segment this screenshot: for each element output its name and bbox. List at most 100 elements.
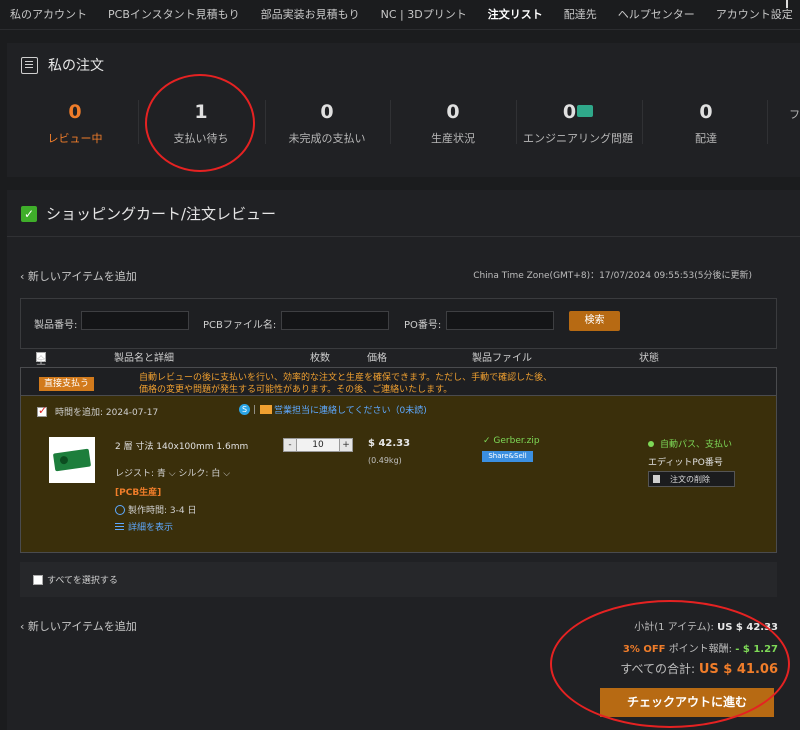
nav-my-account[interactable]: 私のアカウント — [10, 6, 87, 22]
cart-title-text: ショッピングカート/注文レビュー — [46, 205, 277, 223]
add-item-link-top[interactable]: ‹ 新しいアイテムを追加 — [20, 268, 137, 284]
po-number-input[interactable] — [446, 311, 554, 330]
stat-incomplete-payment[interactable]: 0 未完成の支払い — [267, 100, 387, 146]
discount-value: - $ 1.27 — [735, 644, 778, 655]
stat-review-label: レビュー中 — [47, 132, 103, 145]
view-details-link[interactable]: 詳細を表示 — [115, 520, 173, 533]
orders-title-text: 私の注文 — [48, 58, 104, 74]
stat-engineering[interactable]: 0 エンジニアリング問題 — [518, 100, 638, 146]
pcb-file-label: PCBファイル名: — [203, 320, 277, 331]
nav-order-list[interactable]: 注文リスト — [488, 6, 543, 22]
pcb-file-input[interactable] — [281, 311, 389, 330]
total-label: すべての合計: — [620, 662, 696, 676]
top-nav: 私のアカウント PCBインスタント見積もり 部品実装お見積もり NC | 3Dプ… — [0, 0, 800, 28]
contact-sales[interactable]: S | 営業担当に連絡してください（0未読) — [239, 403, 427, 416]
discount-row: 3% OFF ポイント報酬: - $ 1.27 — [623, 640, 778, 655]
stat-separator — [138, 100, 139, 144]
timezone-text: China Time Zone(GMT+8)：17/07/2024 09:55:… — [473, 271, 752, 281]
quantity-stepper: - 10 + — [283, 438, 353, 452]
added-date: 時間を追加: 2024-07-17 — [55, 408, 159, 418]
select-all-label[interactable]: すべてを選択する — [47, 573, 118, 586]
orders-title: 私の注文 — [21, 55, 104, 75]
search-box: 製品番号: PCBファイル名: PO番号: 検索 — [20, 298, 777, 349]
header-status: 状態 — [639, 353, 659, 364]
subtotal-label: 小計(1 アイテム): — [634, 622, 714, 633]
contact-sales-text[interactable]: 営業担当に連絡してください（0未読) — [274, 403, 427, 416]
skype-icon: S — [239, 404, 250, 415]
edit-po-link[interactable]: エディットPO番号 — [648, 455, 723, 468]
pcb-production-tag: [PCB生産] — [115, 488, 162, 498]
list-icon — [115, 523, 124, 530]
order-stats: 0 レビュー中 1 支払い待ち 0 未完成の支払い 0 生産状況 0 エンジニア… — [7, 100, 800, 146]
qty-minus-button[interactable]: - — [283, 438, 297, 452]
status-dot — [648, 440, 654, 447]
item-options[interactable]: レジスト: 青 ⌵ シルク: 白 ⌵ — [115, 466, 230, 479]
product-no-input[interactable] — [81, 311, 189, 330]
stat-awaiting-payment-label: 支払い待ち — [173, 132, 229, 145]
nav-assembly-quote[interactable]: 部品実装お見積もり — [261, 6, 360, 22]
lead-time-text: 製作時間: 3-4 日 — [128, 506, 197, 516]
nav-shipping[interactable]: 配達先 — [564, 6, 597, 22]
gerber-file[interactable]: ✓ Gerber.zip — [483, 436, 540, 446]
direct-pay-badge: 直接支払う — [39, 377, 95, 391]
select-all-bar: すべてを選択する — [20, 562, 777, 597]
header-qty: 枚数 — [310, 353, 330, 364]
stat-engineering-label: エンジニアリング問題 — [523, 132, 633, 145]
view-details-text: 詳細を表示 — [128, 523, 174, 533]
item-price: $ 42.33 — [368, 438, 411, 449]
pcb-image — [52, 448, 92, 472]
select-all-bottom-checkbox[interactable] — [33, 574, 43, 585]
item-status: 自動パス、支払い — [648, 437, 732, 450]
stat-production[interactable]: 0 生産状況 — [393, 100, 513, 146]
stat-feedback[interactable]: フィ — [740, 100, 800, 122]
header-name: 製品名と詳細 — [114, 353, 174, 364]
delete-order-text: 注文の削除 — [670, 474, 710, 484]
nav-divider — [0, 29, 800, 30]
mail-icon — [260, 405, 273, 414]
nav-pcb-quote[interactable]: PCBインスタント見積もり — [108, 6, 240, 22]
stat-engineering-count: 0 — [518, 100, 638, 124]
item-name: 2 層 寸法 140x100mm 1.6mm — [115, 442, 249, 452]
notice-text: 自動レビューの後に支払いを行い、効率的な注文と生産を確保できます。ただし、手動で… — [139, 373, 553, 395]
cursor-mark — [786, 0, 788, 8]
qty-value[interactable]: 10 — [297, 438, 339, 452]
header-file: 製品ファイル — [472, 353, 532, 364]
chat-icon — [577, 104, 594, 117]
qty-plus-button[interactable]: + — [339, 438, 353, 452]
subtotal-row: 小計(1 アイテム): US $ 42.33 — [634, 618, 778, 633]
nav-cnc-3d[interactable]: NC | 3Dプリント — [381, 6, 467, 22]
discount-label: ポイント報酬: — [668, 644, 733, 655]
stat-production-label: 生産状況 — [431, 132, 475, 145]
stat-separator — [390, 100, 391, 144]
cart-title-divider — [7, 236, 800, 237]
cart-panel: ✓ ショッピングカート/注文レビュー ‹ 新しいアイテムを追加 China Ti… — [7, 190, 800, 730]
total-value: US $ 41.06 — [698, 662, 778, 677]
nav-settings[interactable]: アカウント設定 — [716, 6, 793, 22]
item-weight: (0.49kg) — [368, 456, 402, 465]
stat-review-count: 0 — [68, 101, 82, 123]
stat-incomplete-count: 0 — [320, 101, 334, 123]
delete-order-button[interactable]: 注文の削除 — [648, 471, 735, 487]
add-item-link-bottom[interactable]: ‹ 新しいアイテムを追加 — [20, 618, 137, 634]
nav-help[interactable]: ヘルプセンター — [618, 6, 695, 22]
checkout-button[interactable]: チェックアウトに進む — [600, 688, 774, 717]
item-checkbox[interactable] — [37, 404, 47, 417]
my-orders-panel: 私の注文 0 レビュー中 1 支払い待ち 0 未完成の支払い 0 生産状況 0 … — [7, 43, 800, 177]
stat-engineering-value: 0 — [562, 101, 577, 123]
contact-divider: | — [253, 404, 257, 415]
total-row: すべての合計: US $ 41.06 — [620, 660, 778, 677]
stat-separator — [265, 100, 266, 144]
pcb-thumbnail[interactable] — [49, 437, 95, 483]
cart-title: ✓ ショッピングカート/注文レビュー — [21, 203, 276, 224]
share-sell-button[interactable]: Share&Sell — [482, 451, 533, 462]
stat-awaiting-payment[interactable]: 1 支払い待ち — [141, 100, 261, 146]
item-status-text: 自動パス、支払い — [660, 440, 733, 450]
po-number-label: PO番号: — [404, 320, 442, 331]
subtotal-value: US $ 42.33 — [717, 622, 778, 633]
clock-icon — [115, 504, 125, 515]
payment-notice: 直接支払う 自動レビューの後に支払いを行い、効率的な注文と生産を確保できます。た… — [21, 368, 776, 396]
search-button[interactable]: 検索 — [569, 311, 620, 331]
stat-review[interactable]: 0 レビュー中 — [15, 100, 135, 146]
orders-icon — [21, 56, 38, 74]
stat-production-count: 0 — [446, 101, 460, 123]
